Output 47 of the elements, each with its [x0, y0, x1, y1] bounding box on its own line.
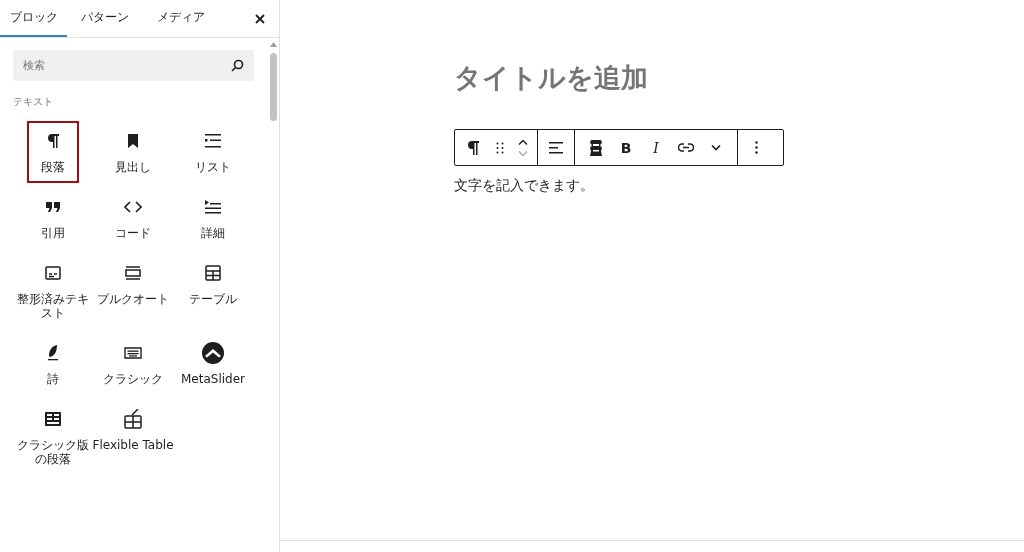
chevron-down-icon [711, 144, 721, 151]
move-up-icon[interactable] [518, 138, 528, 145]
block-item[interactable]: 見出し [107, 121, 159, 183]
pullquote-icon [125, 266, 141, 280]
close-icon [255, 13, 265, 24]
scrollbar-thumb[interactable] [269, 53, 277, 121]
category-heading: テキスト [13, 96, 54, 109]
classic-paragraph-icon [45, 412, 61, 426]
table-icon [205, 265, 221, 281]
pilcrow-icon [467, 139, 479, 156]
search-field[interactable]: 検索 [13, 50, 254, 81]
preformatted-icon [45, 266, 61, 280]
tab[interactable]: ブロック [0, 0, 67, 37]
block-item[interactable]: MetaSlider [178, 333, 248, 395]
kebab-menu-icon [754, 141, 758, 154]
italic-button[interactable]: I [643, 130, 669, 165]
tab[interactable]: メディア [143, 0, 219, 37]
keyboard-icon [124, 347, 142, 359]
bold-button[interactable]: B [613, 130, 639, 165]
title-placeholder[interactable]: タイトルを追加 [454, 60, 1024, 96]
link-icon [678, 143, 694, 152]
drag-icon [496, 141, 504, 154]
close-button[interactable] [253, 11, 267, 26]
block-item[interactable]: 詩 [27, 333, 79, 395]
table-edit-icon [124, 409, 142, 429]
block-item[interactable]: 詳細 [187, 187, 239, 249]
list-icon [205, 134, 221, 148]
block-item[interactable]: プルクオート [94, 253, 172, 315]
block-item[interactable]: クラシック [100, 333, 166, 395]
slider-logo-icon [202, 342, 224, 364]
details-icon [205, 200, 221, 214]
block-item[interactable]: 引用 [27, 187, 79, 249]
block-item[interactable]: コード [107, 187, 159, 249]
block-item[interactable]: 段落 [27, 121, 79, 183]
block-item[interactable]: テーブル [186, 253, 240, 315]
quote-icon [46, 202, 60, 212]
block-item[interactable]: 整形済みテキスト [12, 253, 94, 329]
code-icon [124, 201, 142, 213]
block-item[interactable]: リスト [187, 121, 239, 183]
align-icon [549, 140, 563, 155]
tab[interactable]: パターン [67, 0, 143, 37]
scroll-up-icon[interactable] [269, 42, 277, 47]
bookmark-icon [127, 134, 139, 148]
search-icon [231, 59, 244, 72]
paragraph-text[interactable]: 文字を記入できます。 [454, 177, 1024, 195]
pilcrow-icon [47, 133, 59, 149]
quill-icon [47, 345, 59, 361]
